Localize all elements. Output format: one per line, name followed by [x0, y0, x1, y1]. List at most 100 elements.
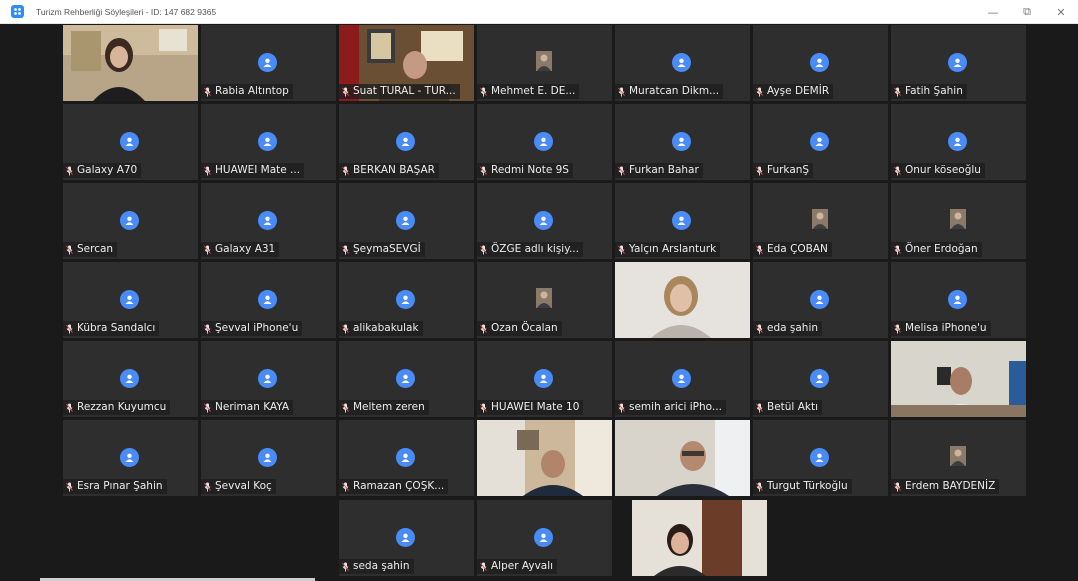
- participant-tile[interactable]: Redmi Note 9S: [477, 104, 612, 180]
- participant-name-label: Yalçın Arslanturk: [615, 242, 721, 257]
- participant-name: Rabia Altıntop: [215, 85, 289, 97]
- participant-tile[interactable]: ŞeymaSEVGİ: [339, 183, 474, 259]
- participant-tile[interactable]: Galaxy A31: [201, 183, 336, 259]
- mic-icon: [894, 245, 901, 254]
- mic-icon: [480, 166, 487, 175]
- participant-name-label: Onur köseoğlu: [891, 163, 985, 178]
- user-avatar-icon: [120, 211, 139, 230]
- participant-tile[interactable]: Sercan: [63, 183, 198, 259]
- user-avatar-icon: [948, 53, 967, 72]
- mic-icon: [342, 482, 349, 491]
- participant-name-label: Kübra Sandalcı: [63, 321, 160, 336]
- participant-tile[interactable]: [63, 25, 198, 101]
- participant-tile[interactable]: Esra Pınar Şahin: [63, 420, 198, 496]
- participant-tile[interactable]: semih arici iPho...: [615, 341, 750, 417]
- participant-name: Sercan: [77, 243, 114, 255]
- participant-tile[interactable]: Öner Erdoğan: [891, 183, 1026, 259]
- participant-name: Yalçın Arslanturk: [629, 243, 717, 255]
- participant-name: HUAWEI Mate ...: [215, 164, 301, 176]
- participant-tile[interactable]: Ozan Öcalan: [477, 262, 612, 338]
- mic-icon: [618, 166, 625, 175]
- user-avatar-icon: [396, 369, 415, 388]
- participant-tile[interactable]: [615, 262, 750, 338]
- participant-tile[interactable]: Erdem BAYDENİZ: [891, 420, 1026, 496]
- participant-name: Ozan Öcalan: [491, 322, 558, 334]
- participant-tile[interactable]: Meltem zeren: [339, 341, 474, 417]
- participant-tile[interactable]: Rabia Altıntop: [201, 25, 336, 101]
- participant-tile[interactable]: Onur köseoğlu: [891, 104, 1026, 180]
- title-bar: Turizm Rehberliği Söyleşileri - ID: 147 …: [0, 0, 1078, 24]
- participant-tile[interactable]: BERKAN BAŞAR: [339, 104, 474, 180]
- mic-icon: [480, 403, 487, 412]
- participant-tile[interactable]: [615, 420, 750, 496]
- participant-tile[interactable]: [477, 420, 612, 496]
- participant-tile[interactable]: Neriman KAYA: [201, 341, 336, 417]
- participant-name-label: Öner Erdoğan: [891, 242, 982, 257]
- participant-tile[interactable]: FurkanŞ: [753, 104, 888, 180]
- participant-tile[interactable]: Ayşe DEMİR: [753, 25, 888, 101]
- mic-icon: [204, 482, 211, 491]
- participant-tile[interactable]: Alper Ayvalı: [477, 500, 612, 576]
- participant-tile[interactable]: [891, 341, 1026, 417]
- mic-icon: [342, 403, 349, 412]
- user-avatar-icon: [534, 369, 553, 388]
- participant-tile[interactable]: Suat TURAL - TUR...: [339, 25, 474, 101]
- participant-tile[interactable]: Furkan Bahar: [615, 104, 750, 180]
- participant-tile[interactable]: Turgut Türkoğlu: [753, 420, 888, 496]
- participant-tile[interactable]: HUAWEI Mate ...: [201, 104, 336, 180]
- participant-tile[interactable]: Şevval iPhone'u: [201, 262, 336, 338]
- participant-tile[interactable]: Mehmet E. DE...: [477, 25, 612, 101]
- participant-name: Alper Ayvalı: [491, 560, 554, 572]
- close-button[interactable]: ✕: [1044, 0, 1078, 24]
- participant-tile[interactable]: seda şahin: [339, 500, 474, 576]
- participant-tile[interactable]: Galaxy A70: [63, 104, 198, 180]
- participant-tile[interactable]: eda şahin: [753, 262, 888, 338]
- participant-name-label: Eda ÇOBAN: [753, 242, 832, 257]
- mic-icon: [480, 245, 487, 254]
- participant-tile[interactable]: Eda ÇOBAN: [753, 183, 888, 259]
- participant-tile[interactable]: Muratcan Dikm...: [615, 25, 750, 101]
- participant-name: Betül Aktı: [767, 401, 818, 413]
- user-avatar-icon: [258, 290, 277, 309]
- mic-icon: [204, 245, 211, 254]
- mic-icon: [894, 166, 901, 175]
- participant-tile[interactable]: HUAWEI Mate 10: [477, 341, 612, 417]
- participant-tile[interactable]: alikabakulak: [339, 262, 474, 338]
- participant-video: [63, 25, 198, 101]
- participant-name-label: Galaxy A31: [201, 242, 280, 257]
- mic-icon: [756, 245, 763, 254]
- participant-tile[interactable]: Melisa iPhone'u: [891, 262, 1026, 338]
- participant-tile[interactable]: Ramazan ÇOŞK...: [339, 420, 474, 496]
- participant-tile[interactable]: ÖZGE adlı kişiy...: [477, 183, 612, 259]
- user-avatar-icon: [396, 211, 415, 230]
- user-avatar-icon: [120, 369, 139, 388]
- user-avatar-icon: [396, 290, 415, 309]
- mic-icon: [756, 166, 763, 175]
- participant-name: seda şahin: [353, 560, 410, 572]
- participant-name-label: Ayşe DEMİR: [753, 84, 834, 99]
- participant-tile[interactable]: Şevval Koç: [201, 420, 336, 496]
- mic-icon: [894, 324, 901, 333]
- participant-video: [615, 262, 750, 338]
- participant-name-label: Redmi Note 9S: [477, 163, 573, 178]
- participant-tile[interactable]: Betül Aktı: [753, 341, 888, 417]
- participant-name-label: alikabakulak: [339, 321, 423, 336]
- participant-name-label: Mehmet E. DE...: [477, 84, 580, 99]
- minimize-button[interactable]: —: [976, 0, 1010, 24]
- participant-tile[interactable]: Rezzan Kuyumcu: [63, 341, 198, 417]
- participant-tile[interactable]: Fatih Şahin: [891, 25, 1026, 101]
- user-avatar-icon: [258, 448, 277, 467]
- participant-tile[interactable]: [632, 500, 767, 576]
- maximize-button[interactable]: ⧉: [1010, 0, 1044, 24]
- participant-name: Meltem zeren: [353, 401, 425, 413]
- participant-name: Ramazan ÇOŞK...: [353, 480, 445, 492]
- participant-tile[interactable]: Yalçın Arslanturk: [615, 183, 750, 259]
- participant-name: FurkanŞ: [767, 164, 810, 176]
- participant-name: Rezzan Kuyumcu: [77, 401, 167, 413]
- participant-tile[interactable]: Kübra Sandalcı: [63, 262, 198, 338]
- participant-name: Suat TURAL - TUR...: [353, 85, 456, 97]
- mic-icon: [342, 166, 349, 175]
- mic-icon: [480, 87, 487, 96]
- participant-name: Muratcan Dikm...: [629, 85, 720, 97]
- user-avatar-icon: [810, 290, 829, 309]
